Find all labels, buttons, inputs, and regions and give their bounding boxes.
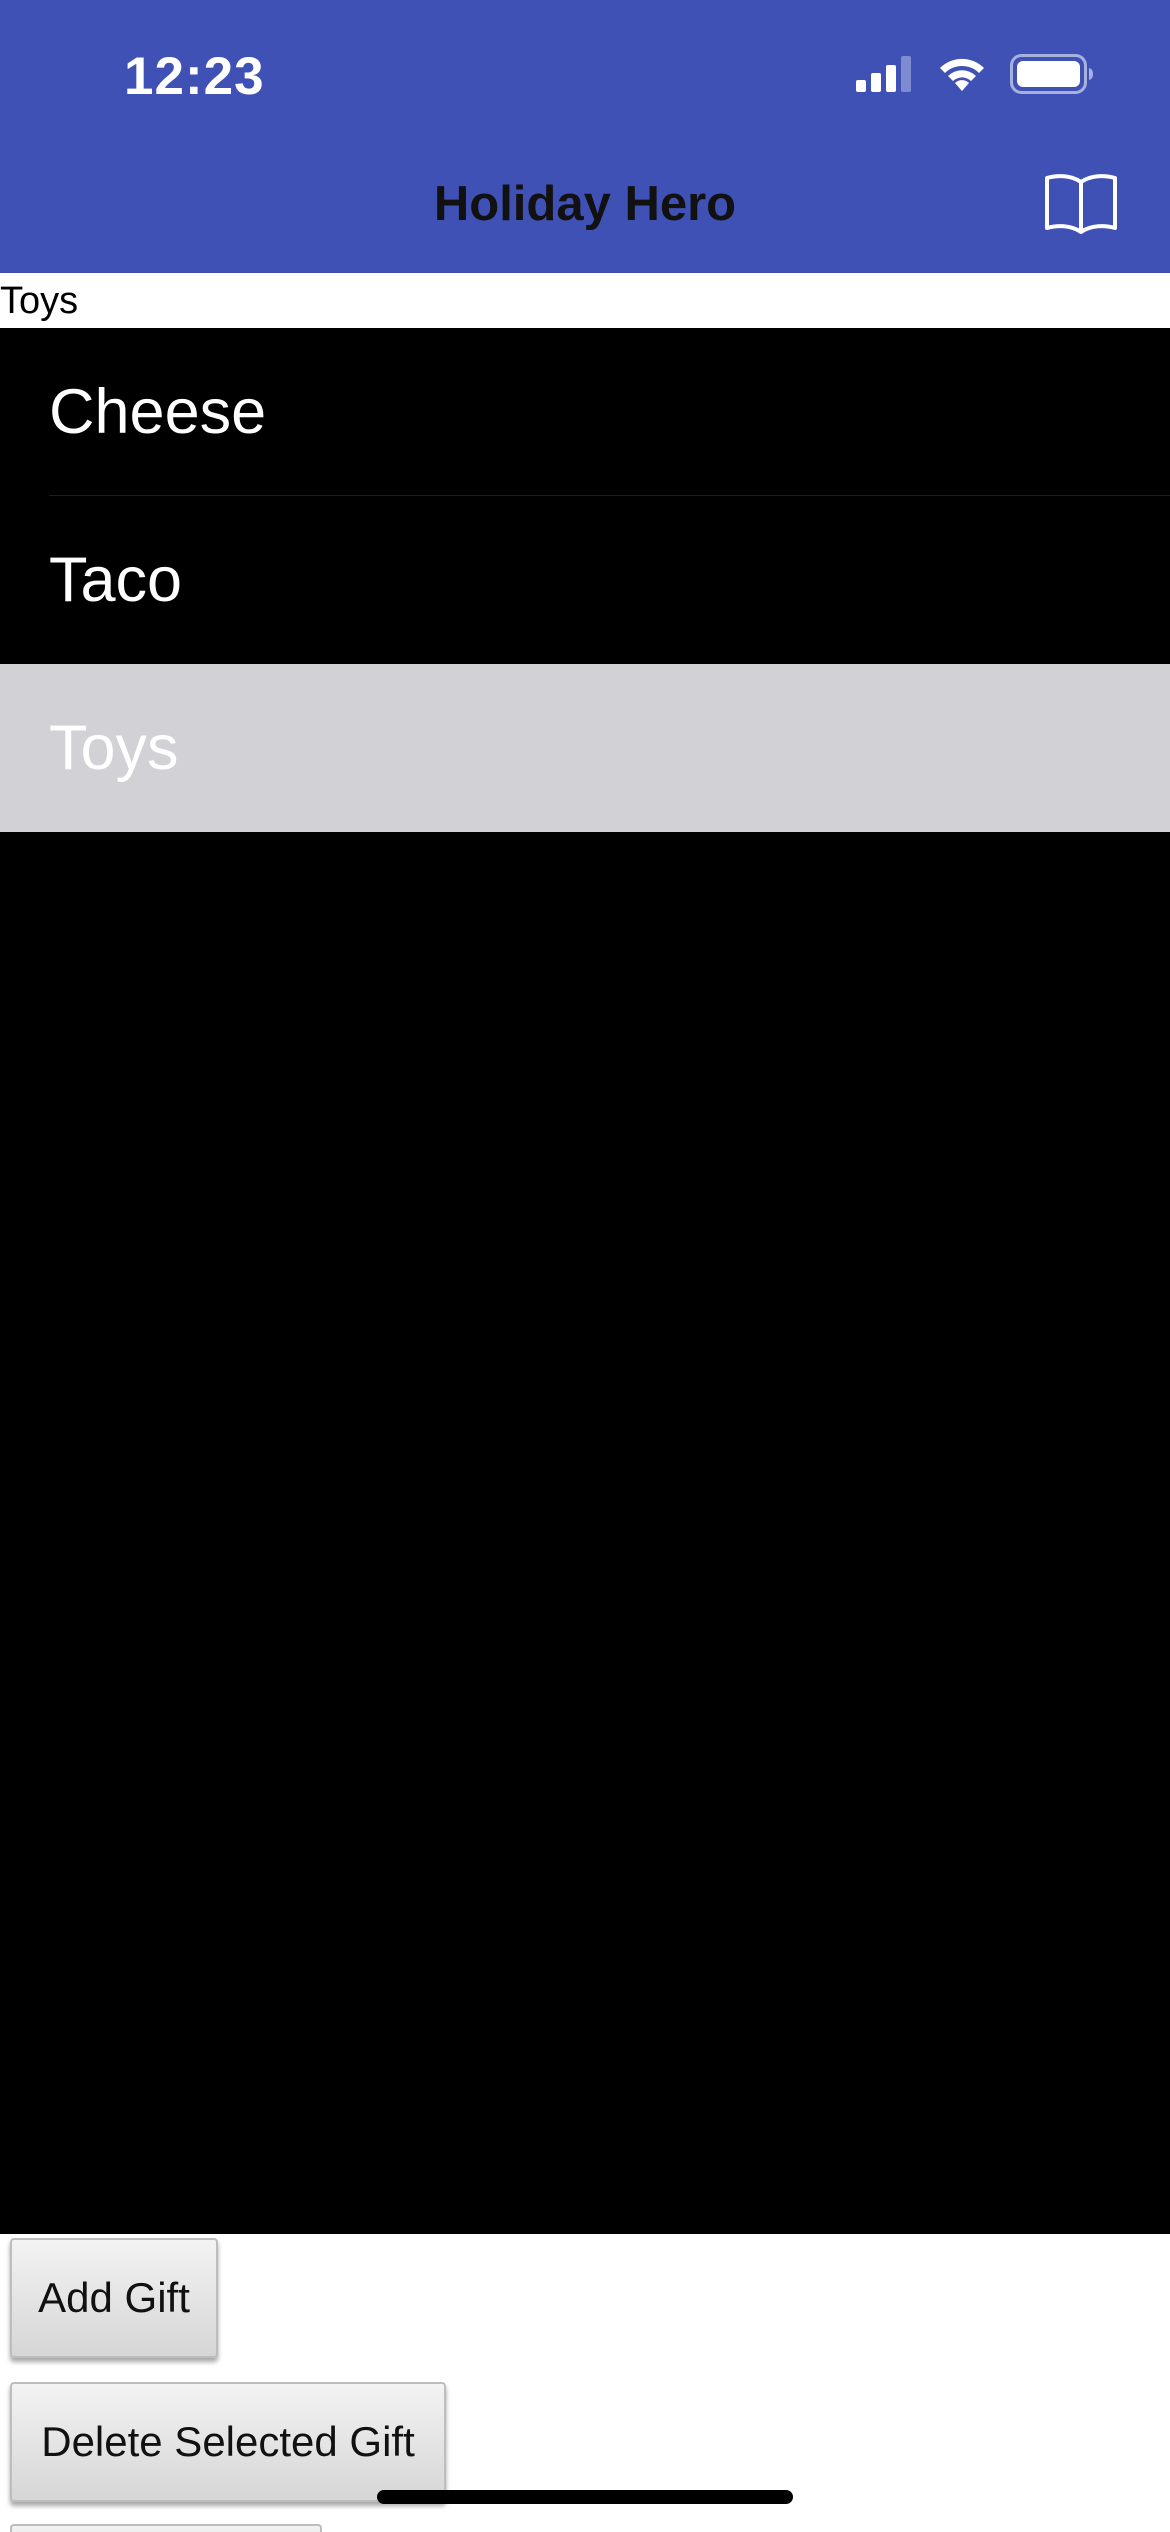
- delete-selected-gift-button[interactable]: Delete Selected Gift: [10, 2382, 446, 2502]
- status-time: 12:23: [124, 47, 265, 106]
- cellular-signal-icon: [856, 56, 914, 97]
- gift-list[interactable]: Cheese Taco Toys: [0, 328, 1170, 2234]
- list-item[interactable]: Cheese: [0, 328, 1170, 496]
- app-header: 12:23 Holiday Hero: [0, 0, 1170, 273]
- add-gift-button[interactable]: Add Gift: [10, 2238, 218, 2358]
- list-item[interactable]: Taco: [0, 496, 1170, 664]
- partial-button[interactable]: [10, 2524, 322, 2532]
- app-screen: 12:23 Holiday Hero Toys Cheese Taco Toys…: [0, 0, 1170, 2532]
- list-item-label: Taco: [49, 545, 183, 615]
- home-indicator: [377, 2490, 793, 2504]
- battery-icon: [1010, 54, 1094, 99]
- nav-title: Holiday Hero: [433, 177, 737, 231]
- list-item-label: Cheese: [49, 377, 267, 447]
- list-item-selected[interactable]: Toys: [0, 664, 1170, 832]
- selected-gift-label: Toys: [0, 280, 79, 322]
- list-item-label: Toys: [49, 713, 179, 783]
- book-icon: [1043, 172, 1119, 239]
- wifi-icon: [936, 55, 988, 98]
- book-button[interactable]: [1042, 172, 1120, 238]
- status-icons: [856, 54, 1094, 99]
